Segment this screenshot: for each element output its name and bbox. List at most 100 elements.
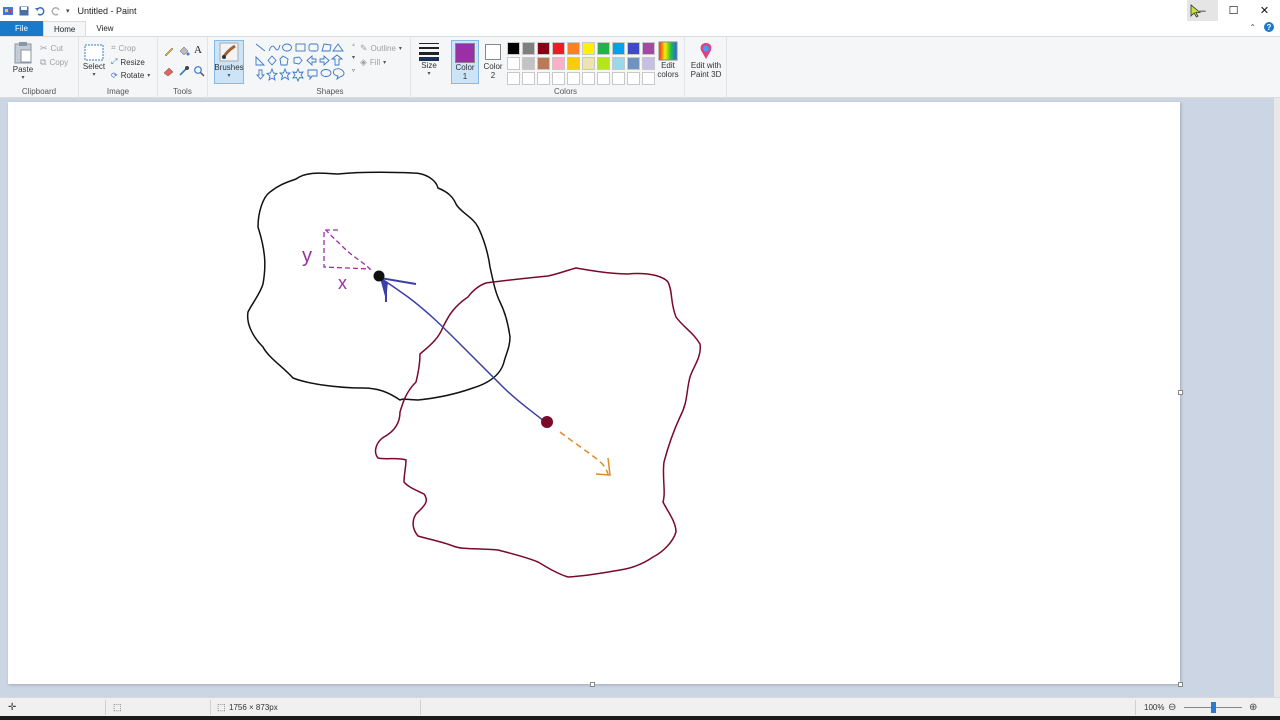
scissors-icon: ✂ <box>40 43 48 53</box>
palette-swatch[interactable] <box>597 57 610 70</box>
shapes-gallery[interactable] <box>254 42 358 82</box>
fill-bucket-icon[interactable] <box>178 45 190 57</box>
vertical-scrollbar[interactable] <box>1274 98 1280 697</box>
palette-swatch[interactable] <box>567 57 580 70</box>
drawing-canvas[interactable]: y x <box>8 102 1183 687</box>
help-icon[interactable]: ? <box>1264 22 1274 32</box>
chevron-down-icon: ▾ <box>352 55 356 61</box>
edit-colors-button[interactable]: Edit colors <box>654 41 682 79</box>
zoom-in-icon[interactable]: ⊕ <box>1249 702 1257 713</box>
cut-label: Cut <box>50 44 63 53</box>
shapes-scroll-up[interactable]: ▴ <box>352 41 355 48</box>
customize-toolbar-icon[interactable]: ▾ <box>66 7 70 15</box>
copy-icon: ⧉ <box>40 57 47 67</box>
palette-swatch[interactable] <box>537 57 550 70</box>
tab-view[interactable]: View <box>86 21 123 36</box>
window-title: Untitled - Paint <box>77 5 137 16</box>
color1-number: 1 <box>462 72 468 81</box>
image-group-label: Image <box>106 87 130 96</box>
palette-swatch[interactable] <box>537 72 550 85</box>
zoom-slider-thumb[interactable] <box>1211 702 1216 713</box>
color-picker-icon[interactable] <box>178 65 190 77</box>
size-group: Size ▾ <box>411 37 447 98</box>
rotate-button[interactable]: ⟳ Rotate ▾ <box>111 71 150 80</box>
resize-handle-corner[interactable] <box>1178 682 1183 687</box>
status-separator <box>1135 700 1136 715</box>
crop-button[interactable]: ⌗ Crop <box>111 43 136 53</box>
tab-file[interactable]: File <box>0 21 43 36</box>
resize-button[interactable]: ⤢ Resize <box>111 57 145 67</box>
palette-swatch[interactable] <box>552 42 565 55</box>
save-icon[interactable] <box>18 5 30 17</box>
paste-button[interactable]: Paste ▾ <box>10 41 36 81</box>
palette-swatch[interactable] <box>522 42 535 55</box>
cut-button[interactable]: ✂ Cut <box>40 43 63 54</box>
zoom-out-icon[interactable]: ⊖ <box>1168 702 1176 713</box>
eraser-icon[interactable] <box>163 65 175 77</box>
palette-swatch[interactable] <box>627 72 640 85</box>
tools-group: A Tools <box>158 37 208 98</box>
color2-button[interactable]: Color 2 <box>480 40 506 84</box>
paint3d-icon <box>700 43 712 59</box>
edit-colors-label-2: colors <box>657 70 679 79</box>
palette-swatch[interactable] <box>597 42 610 55</box>
palette-swatch[interactable] <box>537 42 550 55</box>
palette-swatch[interactable] <box>582 72 595 85</box>
palette-swatch[interactable] <box>612 72 625 85</box>
purple-dashed-triangle <box>323 229 372 270</box>
palette-swatch[interactable] <box>582 42 595 55</box>
palette-swatch[interactable] <box>612 57 625 70</box>
select-button[interactable]: Select ▾ <box>82 44 106 78</box>
undo-icon[interactable] <box>34 5 46 17</box>
brushes-button[interactable]: Brushes ▾ <box>214 40 244 84</box>
text-tool-icon[interactable]: A <box>194 44 202 56</box>
canvas-workspace: y x <box>0 98 1280 697</box>
palette-swatch[interactable] <box>522 57 535 70</box>
color1-button[interactable]: Color 1 <box>451 40 479 84</box>
palette-swatch[interactable] <box>597 72 610 85</box>
color-palette <box>506 41 656 86</box>
color-wheel-icon <box>658 41 678 61</box>
palette-swatch[interactable] <box>567 72 580 85</box>
size-dropdown-icon: ▾ <box>427 71 431 77</box>
paint3d-group: Edit with Paint 3D <box>685 37 727 98</box>
palette-swatch[interactable] <box>552 72 565 85</box>
size-button[interactable]: Size ▾ <box>416 41 442 77</box>
status-separator <box>210 700 211 715</box>
mouse-cursor-icon <box>1190 4 1202 18</box>
shapes-expand[interactable]: ▿ <box>352 67 355 74</box>
status-separator <box>420 700 421 715</box>
magnifier-icon[interactable] <box>193 65 205 77</box>
brushes-dropdown-icon: ▾ <box>227 73 231 79</box>
palette-swatch[interactable] <box>507 72 520 85</box>
palette-swatch[interactable] <box>627 42 640 55</box>
palette-swatch[interactable] <box>552 57 565 70</box>
cursor-position-icon: ✛ <box>8 701 17 713</box>
shapes-scroll-down[interactable]: ▾ <box>352 54 355 61</box>
palette-swatch[interactable] <box>522 72 535 85</box>
copy-button[interactable]: ⧉ Copy <box>40 57 68 68</box>
resize-handle-right[interactable] <box>1178 390 1183 395</box>
palette-swatch[interactable] <box>507 57 520 70</box>
tab-home[interactable]: Home <box>43 21 87 36</box>
outline-button[interactable]: ✎ Outline ▾ <box>360 43 402 54</box>
palette-swatch[interactable] <box>582 57 595 70</box>
palette-swatch[interactable] <box>507 42 520 55</box>
palette-swatch[interactable] <box>567 42 580 55</box>
edit-with-paint3d-button[interactable]: Edit with Paint 3D <box>687 41 725 79</box>
redo-icon[interactable] <box>50 5 62 17</box>
fill-button[interactable]: ◈ Fill ▾ <box>360 57 386 68</box>
maximize-button[interactable]: ☐ <box>1218 0 1249 21</box>
resize-handle-bottom[interactable] <box>590 682 595 687</box>
collapse-ribbon-icon[interactable]: ⌃ <box>1249 23 1256 32</box>
expand-gallery-icon: ▿ <box>352 68 356 74</box>
label-x: x <box>338 273 347 293</box>
paint-window: ▾ Untitled - Paint – ☐ ✕ File Home View … <box>0 0 1280 720</box>
paint3d-label-1: Edit with <box>690 61 722 70</box>
palette-swatch[interactable] <box>627 57 640 70</box>
palette-swatch[interactable] <box>612 42 625 55</box>
close-icon: ✕ <box>1259 5 1270 17</box>
close-button[interactable]: ✕ <box>1249 0 1280 21</box>
resize-label: Resize <box>120 57 145 67</box>
pencil-icon[interactable] <box>163 45 175 57</box>
